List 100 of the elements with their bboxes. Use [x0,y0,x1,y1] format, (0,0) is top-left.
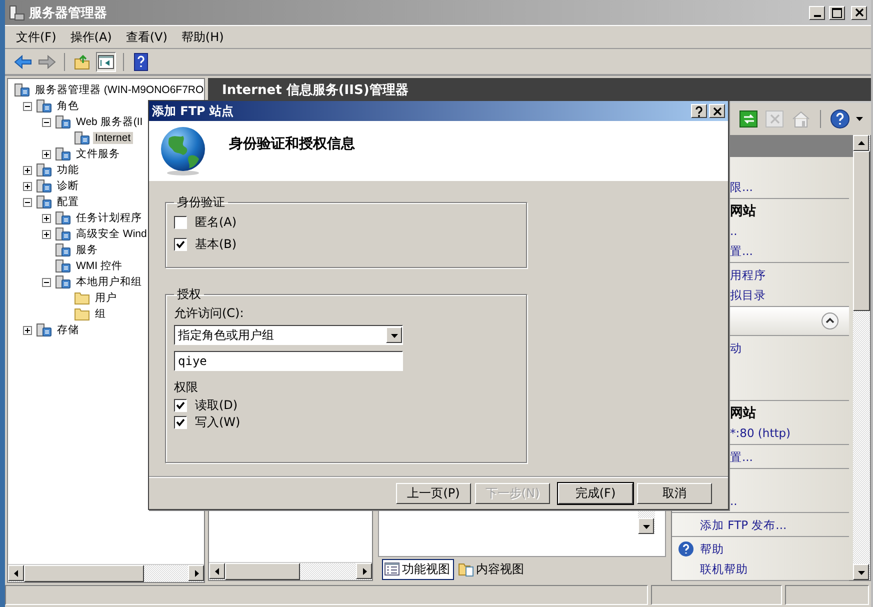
scroll-right-button[interactable] [356,563,372,579]
action-link[interactable]: .. [730,224,738,238]
tree-item[interactable]: 用户 [93,291,119,305]
collapse-toggle[interactable] [23,198,32,206]
collapse-toggle[interactable] [42,278,51,286]
action-link[interactable]: 限... [730,180,753,194]
checkbox-label: 读取(D) [195,397,238,414]
field-label: 允许访问(C): [174,304,244,322]
tree-node-icon [55,274,71,290]
expand-toggle[interactable] [42,150,51,158]
expand-toggle[interactable] [42,230,51,238]
checkbox[interactable] [174,399,187,412]
maximize-button[interactable] [829,6,845,20]
caret-icon[interactable] [856,117,863,121]
action-link[interactable]: 添加 FTP 发布... [700,518,787,532]
action-link[interactable]: 用程序 [730,268,766,282]
access-dropdown[interactable]: 指定角色或用户组 [174,325,403,345]
tree-item[interactable]: 角色 [55,99,81,113]
help-icon [134,52,148,70]
tree-item[interactable]: 高级安全 Wind [74,227,149,241]
tree-node-icon [55,114,71,130]
collapse-icon[interactable] [821,312,839,330]
scroll-down-button[interactable] [853,564,869,580]
scrollbar-thumb[interactable] [853,151,870,311]
tree-item[interactable]: 配置 [55,195,81,209]
dialog-title: 添加 FTP 站点 [152,102,235,120]
tree-item[interactable]: 本地用户和组 [74,275,144,289]
menu-item[interactable]: 查看(V) [120,28,172,46]
scroll-left-button[interactable] [209,563,225,579]
maximize-icon [832,8,842,18]
view-tab[interactable]: 内容视图 [456,558,528,580]
horizontal-scrollbar[interactable] [8,564,204,582]
checkbox[interactable] [174,238,187,250]
tree-node-icon [36,98,52,114]
action-link[interactable]: 联机帮助 [700,562,748,576]
dialog-button[interactable]: 上一页(P) [396,482,471,504]
globe-icon [159,126,207,176]
action-link[interactable]: *:80 (http) [730,426,790,440]
tree-item[interactable]: Web 服务器(II [74,115,145,129]
tree-item[interactable]: 功能 [55,163,81,177]
scroll-down-button[interactable] [638,518,654,534]
server-icon [9,4,25,20]
tree-item[interactable]: Internet [93,132,133,144]
folder-up-icon [74,54,90,70]
dialog-button[interactable]: 完成(F) [558,482,633,504]
checkbox[interactable] [174,416,187,429]
tree-item[interactable]: 服务器管理器 (WIN-M9ONO6F7RO [33,83,204,97]
tree-item[interactable]: 文件服务 [74,147,122,161]
action-link[interactable]: .. [730,494,738,508]
scroll-up-button[interactable] [853,135,869,151]
dialog-button[interactable]: 取消 [637,482,712,504]
down-arrow-icon [642,522,650,530]
action-link[interactable]: 置... [730,450,753,464]
horizontal-scrollbar[interactable] [209,562,372,580]
expand-toggle[interactable] [23,182,32,190]
down-arrow-icon [858,568,864,576]
forward-arrow-icon [38,54,56,68]
scrollbar-thumb[interactable] [24,565,144,582]
help-button[interactable] [131,52,151,72]
scroll-left-button[interactable] [8,565,24,581]
action-link[interactable]: 置... [730,244,753,258]
tree-node-icon [36,322,52,338]
down-arrow-icon [390,332,398,338]
close-button[interactable] [709,104,725,118]
action-link[interactable]: 帮助 [700,542,724,556]
tree-item[interactable]: 诊断 [55,179,81,193]
view-tab[interactable]: 功能视图 [382,558,454,580]
tree-item[interactable]: 组 [93,307,108,321]
refresh-icon[interactable] [739,109,759,129]
action-link[interactable]: 动 [730,340,742,356]
tree-item[interactable]: WMI 控件 [74,259,124,273]
collapse-toggle[interactable] [42,118,51,126]
tree-item[interactable]: 存储 [55,323,81,337]
vertical-scrollbar[interactable] [853,135,870,580]
menu-item[interactable]: 帮助(H) [176,28,229,46]
menu-item[interactable]: 操作(A) [65,28,117,46]
checkbox-label: 写入(W) [195,414,240,431]
tree-item[interactable]: 任务计划程序 [74,211,144,225]
tree-node-icon [74,130,90,146]
expand-toggle[interactable] [23,326,32,334]
scroll-right-button[interactable] [188,565,204,581]
tree-node-icon [14,82,30,98]
help-button[interactable] [691,104,707,118]
collapse-toggle[interactable] [23,102,32,110]
minimize-button[interactable] [809,6,825,20]
tree-item[interactable]: 服务 [74,243,100,257]
dropdown-arrow-button[interactable] [386,327,402,343]
panel-title: Internet 信息服务(IIS)管理器 [222,82,408,98]
expand-toggle[interactable] [42,214,51,222]
checkbox-label: 基本(B) [195,236,237,252]
scrollbar-thumb[interactable] [225,563,300,580]
tree-node-icon [55,242,71,258]
help-icon[interactable] [830,109,850,129]
checkbox[interactable] [174,216,187,228]
action-link[interactable]: 拟目录 [730,288,766,302]
tree-toggle-button[interactable] [96,52,116,72]
expand-toggle[interactable] [23,166,32,174]
users-field[interactable]: qiye [174,351,403,371]
menu-item[interactable]: 文件(F) [11,28,62,46]
close-button[interactable] [851,6,867,20]
